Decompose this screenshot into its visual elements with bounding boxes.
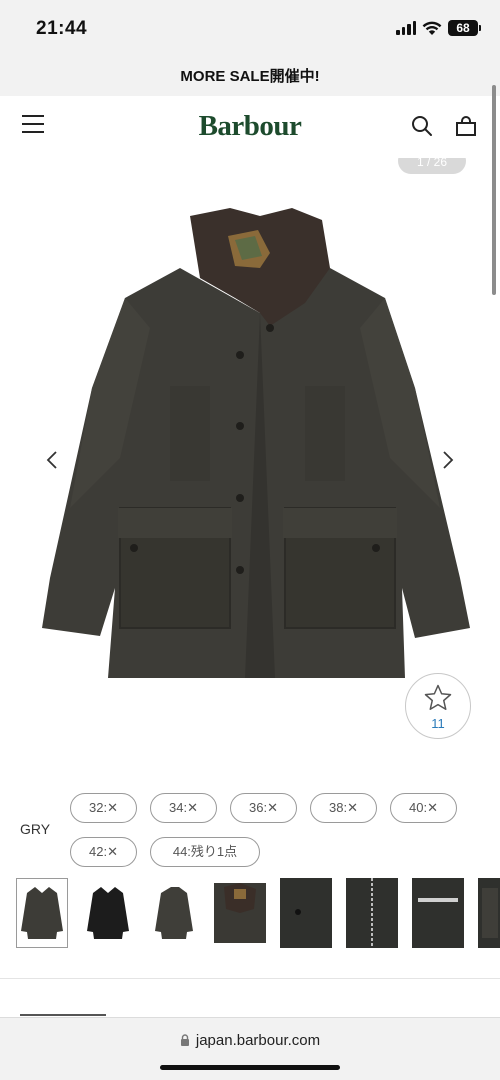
thumbnail[interactable]	[412, 878, 464, 948]
scrollbar[interactable]	[492, 85, 496, 295]
thumbnail[interactable]	[478, 878, 500, 948]
active-tab-indicator	[20, 1014, 106, 1016]
size-option[interactable]: 42:✕	[70, 837, 137, 867]
site-header: Barbour	[0, 96, 500, 158]
size-option[interactable]: 32:✕	[70, 793, 137, 823]
product-image[interactable]	[30, 208, 470, 678]
star-icon	[424, 684, 452, 710]
favorite-count: 11	[431, 716, 445, 731]
favorite-button[interactable]: 11	[405, 673, 471, 739]
signal-icon	[396, 21, 416, 35]
thumbnail[interactable]	[346, 878, 398, 948]
url-text: japan.barbour.com	[195, 1032, 321, 1049]
thumbnail[interactable]	[214, 878, 266, 948]
home-indicator[interactable]	[160, 1065, 340, 1070]
thumbnail[interactable]	[148, 878, 200, 948]
chevron-left-icon[interactable]	[42, 448, 62, 472]
product-gallery[interactable]: 1 / 26 11	[0, 158, 500, 758]
thumbnail-strip	[16, 878, 500, 950]
image-counter: 1 / 26	[398, 158, 466, 174]
section-divider	[0, 978, 500, 979]
battery-icon: 68	[448, 20, 481, 36]
size-option[interactable]: 40:✕	[390, 793, 457, 823]
size-option[interactable]: 36:✕	[230, 793, 297, 823]
wifi-icon	[422, 21, 442, 35]
promo-banner[interactable]: MORE SALE開催中!	[0, 58, 500, 96]
size-option[interactable]: 38:✕	[310, 793, 377, 823]
status-bar: 21:44 68	[0, 0, 500, 58]
lock-icon	[180, 1034, 189, 1046]
browser-address-bar[interactable]: japan.barbour.com	[0, 1017, 500, 1080]
thumbnail[interactable]	[82, 878, 134, 948]
size-option[interactable]: 34:✕	[150, 793, 217, 823]
thumbnail[interactable]	[280, 878, 332, 948]
size-selector: 32:✕ 34:✕ 36:✕ 38:✕ 40:✕ 42:✕ 44:残り1点	[70, 793, 490, 881]
status-time: 21:44	[36, 18, 88, 39]
search-icon[interactable]	[410, 114, 434, 138]
thumbnail[interactable]	[16, 878, 68, 948]
status-icons: 68	[396, 20, 481, 36]
chevron-right-icon[interactable]	[438, 448, 458, 472]
color-label: GRY	[20, 821, 51, 837]
size-option[interactable]: 44:残り1点	[150, 837, 260, 867]
url-display[interactable]: japan.barbour.com	[0, 1032, 500, 1049]
bag-icon[interactable]	[454, 114, 478, 138]
